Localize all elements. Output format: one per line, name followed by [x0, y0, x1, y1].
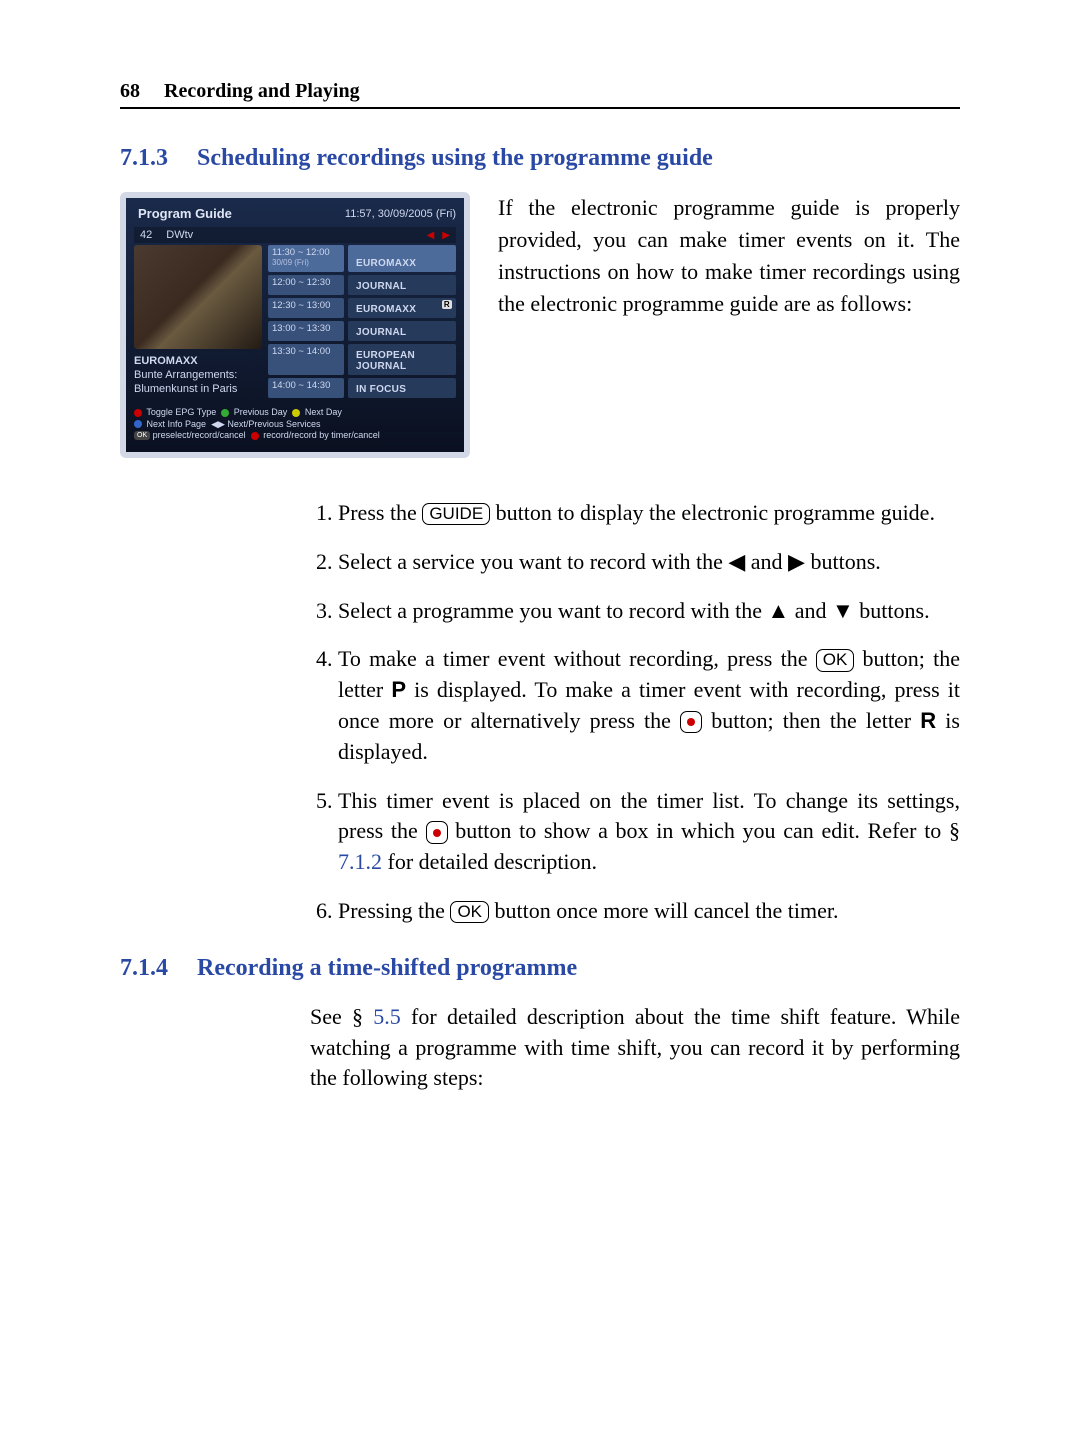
yellow-dot-icon [292, 409, 300, 417]
epg-row: 14:00 ~ 14:30 IN FOCUS [268, 378, 456, 398]
page-number: 68 [120, 80, 140, 103]
epg-clock: 11:57, 30/09/2005 (Fri) [345, 208, 456, 220]
guide-key-icon: GUIDE [422, 503, 490, 525]
epg-preview-image [134, 245, 262, 349]
section-7-1-4-heading: 7.1.4 Recording a time-shifted programme [120, 955, 960, 982]
arrow-right-icon: ▶ [442, 230, 450, 241]
epg-info: EUROMAXX Bunte Arrangements: Blumenkunst… [134, 355, 262, 396]
epg-row: 11:30 ~ 12:0030/09 (Fri) EUROMAXX [268, 245, 456, 272]
link-5-5[interactable]: 5.5 [373, 1004, 401, 1029]
step-2: Select a service you want to record with… [338, 547, 960, 578]
ok-icon: OK [134, 431, 150, 440]
step-3: Select a programme you want to record wi… [338, 596, 960, 627]
epg-row: 12:30 ~ 13:00 EUROMAXXR [268, 298, 456, 318]
step-4: To make a timer event without recording,… [338, 644, 960, 767]
epg-row: 13:30 ~ 14:00 EUROPEAN JOURNAL [268, 344, 456, 375]
step-6: Pressing the OK button once more will ca… [338, 896, 960, 927]
letter-r: R [920, 708, 936, 733]
section-7-1-4-text: See § 5.5 for detailed description about… [310, 1002, 960, 1094]
epg-info-title: EUROMAXX [134, 355, 262, 369]
record-key-icon [426, 821, 448, 843]
record-key-icon [680, 711, 702, 733]
section-7-1-3-heading: 7.1.3 Scheduling recordings using the pr… [120, 145, 960, 172]
green-dot-icon [221, 409, 229, 417]
ok-key-icon: OK [816, 649, 855, 671]
epg-title: Program Guide [134, 204, 236, 223]
step-5: This timer event is placed on the timer … [338, 786, 960, 878]
section-title: Scheduling recordings using the programm… [197, 145, 713, 171]
record-badge: R [442, 300, 452, 309]
section-title: Recording a time-shifted programme [197, 955, 577, 981]
document-page: 68 Recording and Playing 7.1.3 Schedulin… [0, 0, 1080, 1439]
section-number: 7.1.3 [120, 145, 175, 172]
epg-channel-row: 42 DWtv ◀ ▶ [134, 227, 456, 243]
letter-p: P [391, 677, 406, 702]
epg-row: 12:00 ~ 12:30 JOURNAL [268, 275, 456, 295]
page-header: 68 Recording and Playing [120, 80, 960, 109]
epg-screenshot: Program Guide 11:57, 30/09/2005 (Fri) 42… [120, 192, 470, 458]
epg-row: 13:00 ~ 13:30 JOURNAL [268, 321, 456, 341]
red-dot-icon [134, 409, 142, 417]
epg-list: 11:30 ~ 12:0030/09 (Fri) EUROMAXX 12:00 … [268, 245, 456, 401]
epg-channel-number: 42 [140, 229, 152, 241]
section-number: 7.1.4 [120, 955, 175, 982]
ok-key-icon: OK [450, 901, 489, 923]
epg-info-sub1: Bunte Arrangements: [134, 369, 262, 383]
step-1: Press the GUIDE button to display the el… [338, 498, 960, 529]
intro-text: If the electronic programme guide is pro… [498, 192, 960, 320]
epg-info-sub2: Blumenkunst in Paris [134, 383, 262, 397]
arrow-left-icon: ◀ [427, 230, 435, 241]
blue-dot-icon [134, 420, 142, 428]
rec-dot-icon [251, 432, 259, 440]
intro-block: Program Guide 11:57, 30/09/2005 (Fri) 42… [120, 192, 960, 458]
header-title: Recording and Playing [164, 80, 360, 103]
steps-list: Press the GUIDE button to display the el… [310, 498, 960, 927]
link-7-1-2[interactable]: 7.1.2 [338, 849, 382, 874]
epg-channel-name: DWtv [160, 229, 418, 241]
epg-footer: Toggle EPG Type Previous Day Next Day Ne… [134, 407, 456, 442]
